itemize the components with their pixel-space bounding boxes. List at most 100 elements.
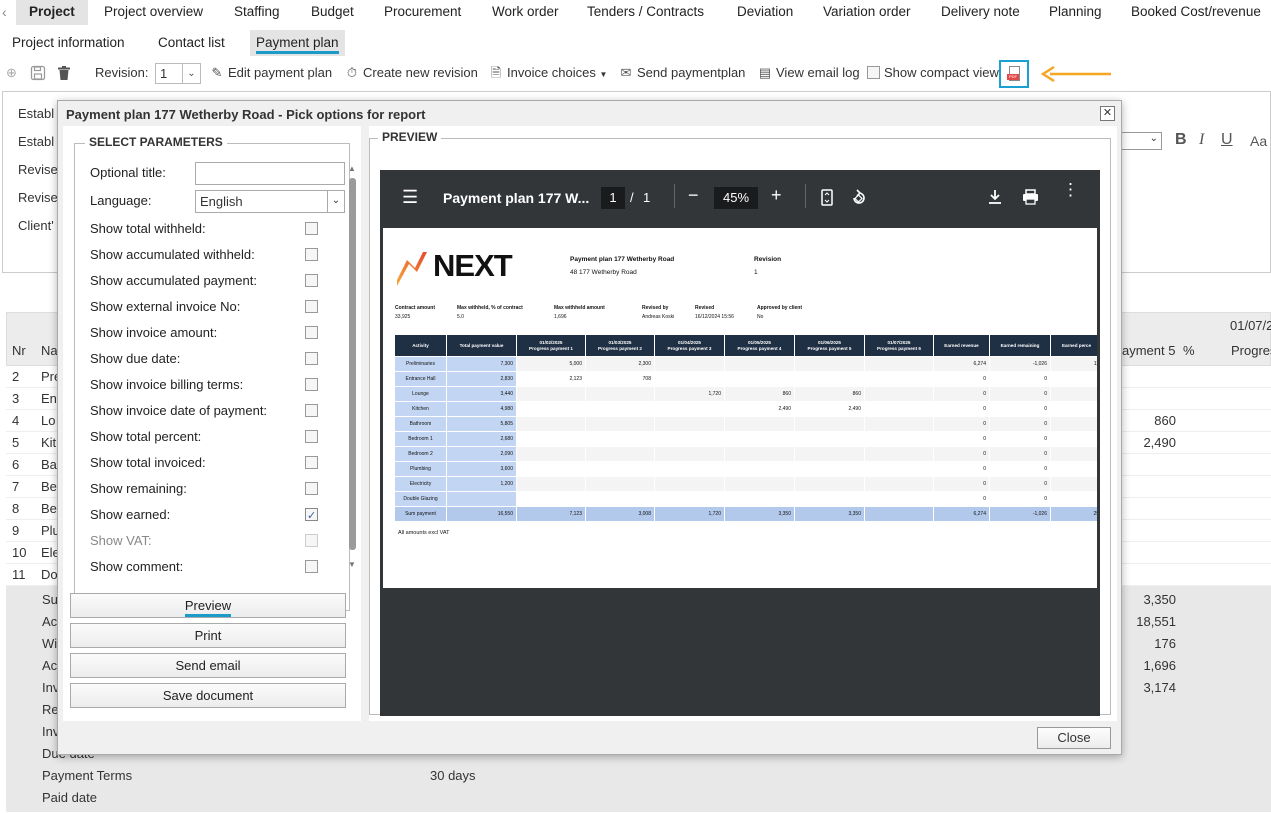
preview-button[interactable]: Preview [70,593,346,618]
optional-title-input[interactable] [195,162,345,185]
tab-work-order[interactable]: Work order [479,0,572,25]
tab-variation-order[interactable]: Variation order [810,0,924,25]
send-paymentplan-button[interactable]: ✉ Send paymentplan [618,60,746,86]
print-button[interactable]: Print [70,623,346,648]
report-cell: 0 [934,402,989,416]
revision-select[interactable]: 1 ⌄ [155,63,201,84]
option-checkbox[interactable] [305,300,318,313]
scrollbar-thumb[interactable] [349,178,356,550]
page-separator: / [630,190,634,205]
tab-project[interactable]: Project [16,0,88,25]
row-value: 860 [1154,413,1176,428]
tab-tenders-contracts[interactable]: Tenders / Contracts [574,0,717,25]
option-checkbox[interactable] [305,430,318,443]
report-cell [865,507,933,521]
italic-icon[interactable]: I [1199,131,1204,149]
scroll-up-icon[interactable]: ▲ [348,164,356,173]
option-checkbox[interactable] [305,560,318,573]
zoom-input[interactable]: 45% [714,187,758,209]
tab-planning[interactable]: Planning [1036,0,1115,25]
zoom-out-icon[interactable]: − [688,185,699,206]
add-icon[interactable]: ⊕ [6,60,17,86]
page-number-input[interactable]: 1 [601,187,625,209]
report-cell [795,432,864,446]
report-cell [1051,387,1097,401]
option-label: Show accumulated withheld: [90,247,255,262]
dialog-title: Payment plan 177 Wetherby Road - Pick op… [66,107,426,122]
row-number: 8 [12,501,20,516]
tab-contact-list[interactable]: Contact list [152,30,231,56]
create-new-revision-label: Create new revision [363,65,478,80]
report-cell: 0 [990,387,1050,401]
option-checkbox[interactable] [305,326,318,339]
report-cell [865,477,933,491]
print-icon[interactable] [1022,189,1039,205]
sub-nav: Project information Contact list Payment… [0,30,600,56]
tab-budget[interactable]: Budget [298,0,367,25]
report-row-activity: Double Glazing [395,492,446,506]
create-new-revision-button[interactable]: ⏱ Create new revision [344,60,478,86]
delete-icon[interactable] [56,60,72,86]
option-checkbox[interactable] [305,248,318,261]
tab-booked-cost-revenue[interactable]: Booked Cost/revenue [1118,0,1271,25]
download-icon[interactable] [988,189,1002,205]
option-checkbox[interactable] [305,506,318,526]
option-checkbox[interactable] [305,404,318,417]
option-checkbox[interactable] [305,352,318,365]
language-select[interactable]: English ⌄ [195,190,345,213]
show-compact-view-label: Show compact view [884,65,999,80]
more-options-icon[interactable]: ⋮ [1062,181,1079,198]
tab-project-overview[interactable]: Project overview [91,0,216,25]
rotate-icon[interactable] [850,189,868,207]
bold-icon[interactable]: B [1175,131,1187,149]
header-line: Progress payment 3 [667,345,712,351]
edit-payment-plan-button[interactable]: ✎ Edit payment plan [209,60,333,86]
tab-delivery-note[interactable]: Delivery note [928,0,1033,25]
form-label: Establ [18,134,55,149]
tab-staffing[interactable]: Staffing [221,0,293,25]
tab-procurement[interactable]: Procurement [371,0,474,25]
option-label: Show invoice date of payment: [90,403,268,418]
report-cell: 0 [934,462,989,476]
row-number: 11 [12,567,26,582]
underline-icon[interactable]: U [1221,131,1233,149]
scroll-down-icon[interactable]: ▼ [348,560,356,569]
background-select[interactable]: ⌄ [1118,132,1162,150]
view-email-log-button[interactable]: ▤ View email log [757,60,860,86]
option-checkbox[interactable] [305,274,318,287]
show-compact-view-toggle[interactable]: Show compact view [867,60,999,86]
row-number: 5 [12,435,20,450]
zoom-in-icon[interactable]: + [771,185,782,206]
toolbar-divider [805,184,806,208]
save-document-button[interactable]: Save document [70,683,346,708]
edit-payment-plan-label: Edit payment plan [228,65,333,80]
fit-page-icon[interactable] [821,189,833,206]
report-cell [795,417,864,431]
chevron-left-icon[interactable]: ‹ [2,4,7,20]
option-checkbox[interactable] [305,456,318,469]
save-icon[interactable] [30,60,46,86]
report-column-header: Earned remaining [990,335,1050,356]
report-row-activity: Preliminaries [395,357,446,371]
option-checkbox[interactable] [305,378,318,391]
option-checkbox[interactable] [305,482,318,495]
chevron-down-icon: ⌄ [1149,133,1158,144]
tab-deviation[interactable]: Deviation [724,0,806,25]
option-checkbox[interactable] [305,222,318,235]
parameters-scrollbar[interactable]: ▲ ▼ [347,164,359,639]
send-email-button[interactable]: Send email [70,653,346,678]
tab-payment-plan[interactable]: Payment plan [250,30,345,56]
invoice-choices-button[interactable]: 🗎 Invoice choices ▼ [488,60,608,86]
close-icon[interactable]: ✕ [1100,106,1115,121]
tab-project-information[interactable]: Project information [6,30,131,56]
close-button[interactable]: Close [1037,727,1111,749]
report-cell [865,447,933,461]
pdf-export-button[interactable]: PDF [999,60,1029,88]
compact-view-checkbox[interactable] [867,66,880,79]
report-cell [1051,432,1097,446]
font-size-icon[interactable]: Aa [1250,133,1267,149]
report-row-activity: Electricity [395,477,446,491]
menu-icon[interactable]: ☰ [402,187,418,208]
option-label: Show total withheld: [90,221,206,236]
report-column-header: 01/03/2025 Progress payment 2 [586,335,654,356]
